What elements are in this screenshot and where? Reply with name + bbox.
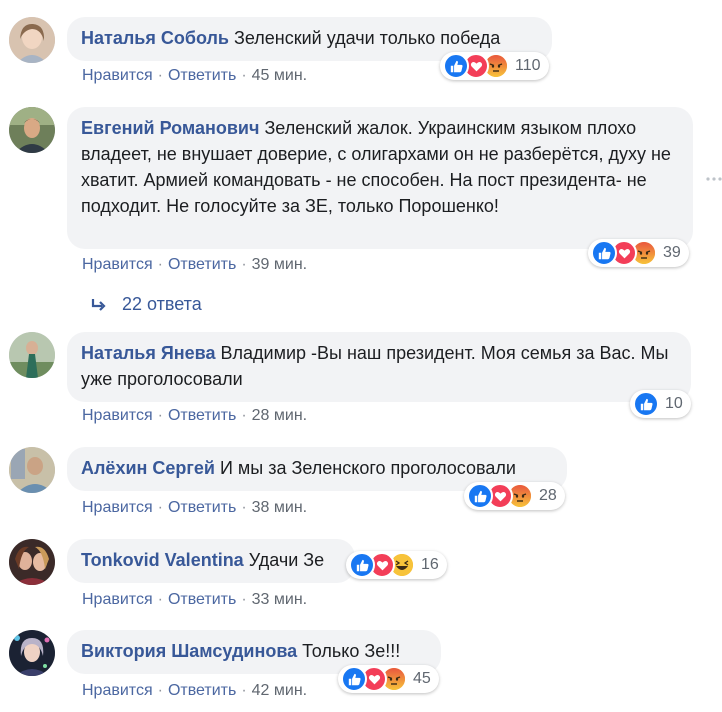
separator: · bbox=[157, 407, 163, 424]
separator: · bbox=[241, 499, 247, 516]
separator: · bbox=[241, 591, 247, 608]
avatar[interactable] bbox=[9, 107, 55, 153]
comment-author[interactable]: Алёхин Сергей bbox=[81, 458, 215, 478]
avatar[interactable] bbox=[9, 630, 55, 676]
comment-text: И мы за Зеленского проголосовали bbox=[219, 458, 516, 478]
reactions-summary[interactable]: 39 bbox=[588, 239, 689, 267]
like-link[interactable]: Нравится bbox=[82, 499, 153, 516]
comment-time[interactable]: 39 мин. bbox=[252, 256, 307, 273]
comment-author[interactable]: Виктория Шамсудинова bbox=[81, 641, 297, 661]
like-link[interactable]: Нравится bbox=[82, 682, 153, 699]
like-link[interactable]: Нравится bbox=[82, 256, 153, 273]
comment-author[interactable]: Наталья Янева bbox=[81, 343, 216, 363]
separator: · bbox=[241, 256, 247, 273]
comment-actions: Нравится · Ответить · 28 мин. bbox=[82, 406, 307, 426]
comment-text: Зеленский удачи только победа bbox=[234, 28, 501, 48]
like-reaction-icon bbox=[341, 666, 367, 692]
separator: · bbox=[157, 67, 163, 84]
replies-count-label[interactable]: 22 ответа bbox=[122, 294, 202, 315]
avatar[interactable] bbox=[9, 17, 55, 63]
reply-link[interactable]: Ответить bbox=[168, 407, 236, 424]
comment-author[interactable]: Наталья Соболь bbox=[81, 28, 229, 48]
separator: · bbox=[157, 682, 163, 699]
reactions-summary[interactable]: 45 bbox=[338, 665, 439, 693]
reaction-count: 39 bbox=[663, 244, 681, 261]
comment-actions: Нравится · Ответить · 39 мин. bbox=[82, 255, 307, 275]
reply-link[interactable]: Ответить bbox=[168, 591, 236, 608]
avatar[interactable] bbox=[9, 539, 55, 585]
reaction-count: 28 bbox=[539, 487, 557, 504]
reaction-count: 110 bbox=[515, 57, 541, 74]
comment-text: Удачи Зе bbox=[248, 550, 325, 570]
like-reaction-icon bbox=[349, 552, 375, 578]
reactions-summary[interactable]: 110 bbox=[440, 52, 549, 80]
like-link[interactable]: Нравится bbox=[82, 407, 153, 424]
separator: · bbox=[241, 682, 247, 699]
separator: · bbox=[157, 499, 163, 516]
reply-link[interactable]: Ответить bbox=[168, 256, 236, 273]
reply-link[interactable]: Ответить bbox=[168, 499, 236, 516]
separator: · bbox=[157, 256, 163, 273]
comment-time[interactable]: 38 мин. bbox=[252, 499, 307, 516]
separator: · bbox=[241, 407, 247, 424]
comment-actions: Нравится · Ответить · 42 мин. bbox=[82, 681, 307, 701]
comment-actions: Нравится · Ответить · 45 мин. bbox=[82, 66, 307, 86]
comment-text: Только Зе!!! bbox=[302, 641, 401, 661]
comment-time[interactable]: 33 мин. bbox=[252, 591, 307, 608]
comment-actions: Нравится · Ответить · 33 мин. bbox=[82, 590, 307, 610]
reactions-summary[interactable]: 16 bbox=[346, 551, 447, 579]
like-link[interactable]: Нравится bbox=[82, 591, 153, 608]
reply-link[interactable]: Ответить bbox=[168, 682, 236, 699]
comment-time[interactable]: 28 мин. bbox=[252, 407, 307, 424]
reaction-count: 45 bbox=[413, 670, 431, 687]
avatar[interactable] bbox=[9, 332, 55, 378]
comment-author[interactable]: Tonkovid Valentina bbox=[81, 550, 244, 570]
like-link[interactable]: Нравится bbox=[82, 67, 153, 84]
view-replies-link[interactable]: 22 ответа bbox=[90, 294, 202, 315]
like-reaction-icon bbox=[633, 391, 659, 417]
avatar[interactable] bbox=[9, 447, 55, 493]
more-options-icon[interactable] bbox=[704, 172, 722, 186]
separator: · bbox=[241, 67, 247, 84]
reply-link[interactable]: Ответить bbox=[168, 67, 236, 84]
comment-bubble: Евгений Романович Зеленский жалок. Украин… bbox=[67, 107, 693, 249]
like-reaction-icon bbox=[443, 53, 469, 79]
comment-actions: Нравится · Ответить · 38 мин. bbox=[82, 498, 307, 518]
comment-time[interactable]: 45 мин. bbox=[252, 67, 307, 84]
reply-arrow-icon bbox=[91, 298, 106, 311]
comment-time[interactable]: 42 мин. bbox=[252, 682, 307, 699]
comment-author[interactable]: Евгений Романович bbox=[81, 118, 259, 138]
separator: · bbox=[157, 591, 163, 608]
like-reaction-icon bbox=[591, 240, 617, 266]
reactions-summary[interactable]: 28 bbox=[464, 482, 565, 510]
comment-bubble: Tonkovid Valentina Удачи Зе bbox=[67, 539, 355, 583]
reaction-count: 16 bbox=[421, 556, 439, 573]
reaction-count: 10 bbox=[665, 395, 683, 412]
reactions-summary[interactable]: 10 bbox=[630, 390, 691, 418]
comment-bubble: Наталья Янева Владимир -Вы наш президент.… bbox=[67, 332, 691, 402]
like-reaction-icon bbox=[467, 483, 493, 509]
